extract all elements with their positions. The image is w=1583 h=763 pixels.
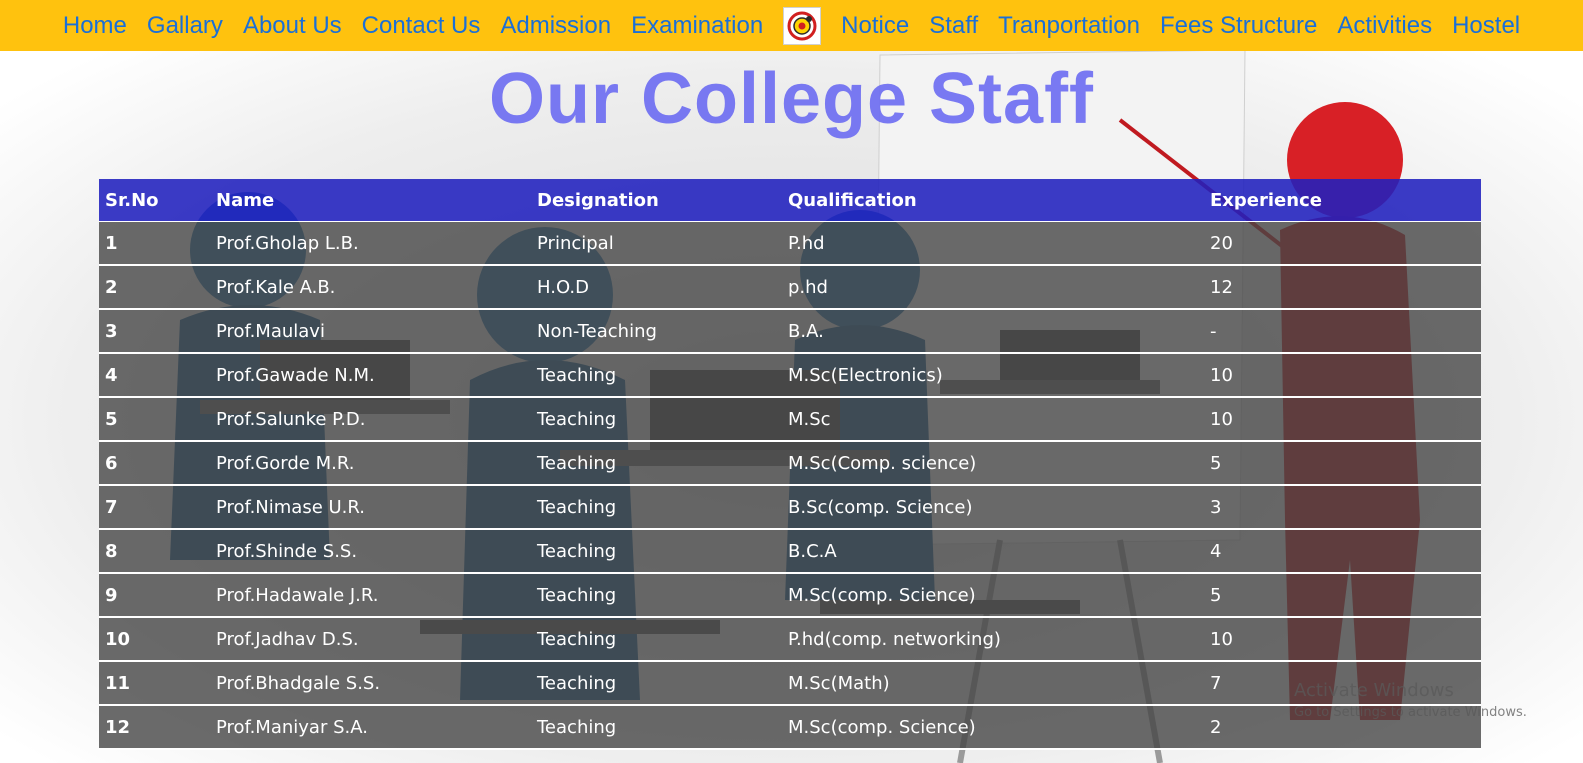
cell-sr-no: 11 [99,661,210,706]
header-designation: Designation [531,179,782,222]
header-qualification: Qualification [782,179,1204,222]
cell-experience: 10 [1204,353,1481,398]
cell-sr-no: 6 [99,441,210,486]
cell-sr-no: 8 [99,529,210,574]
activate-windows-watermark: Activate Windows Go to Settings to activ… [1294,680,1527,720]
nav-link-hostel[interactable]: Hostel [1452,12,1520,40]
nav-link-transportation[interactable]: Tranportation [998,12,1140,40]
cell-name: Prof.Gorde M.R. [210,441,531,486]
cell-sr-no: 2 [99,265,210,310]
nav-link-notice[interactable]: Notice [841,12,909,40]
table-row: 11 Prof.Bhadgale S.S. Teaching M.Sc(Math) 7 [99,661,1481,706]
table-row: 5 Prof.Salunke P.D. Teaching M.Sc 10 [99,397,1481,442]
nav-link-staff[interactable]: Staff [929,12,978,40]
table-row: 6 Prof.Gorde M.R. Teaching M.Sc(Comp. scien… [99,441,1481,486]
cell-experience: 5 [1204,441,1481,486]
cell-designation: Teaching [531,441,782,486]
cell-name: Prof.Maulavi [210,309,531,354]
nav-link-contact-us[interactable]: Contact Us [362,12,481,40]
cell-qualification: M.Sc [782,397,1204,442]
cell-designation: Principal [531,221,782,266]
cell-qualification: M.Sc(Electronics) [782,353,1204,398]
header-experience: Experience [1204,179,1481,222]
page-title: Our College Staff [488,59,1095,139]
nav-link-about-us[interactable]: About Us [243,12,342,40]
nav-link-fees-structure[interactable]: Fees Structure [1160,12,1317,40]
cell-qualification: P.hd(comp. networking) [782,617,1204,662]
table-header-row: Sr.No Name Designation Qualification Exp… [99,179,1481,222]
watermark-subtitle: Go to Settings to activate Windows. [1294,705,1527,720]
nav-link-activities[interactable]: Activities [1337,12,1432,40]
table-row: 7 Prof.Nimase U.R. Teaching B.Sc(comp. Scie… [99,485,1481,530]
cell-qualification: B.Sc(comp. Science) [782,485,1204,530]
watermark-title: Activate Windows [1294,680,1454,701]
cell-experience: 3 [1204,485,1481,530]
cell-name: Prof.Bhadgale S.S. [210,661,531,706]
college-logo-emblem [787,11,817,40]
table-row: 1 Prof.Gholap L.B. Principal P.hd 20 [99,221,1481,266]
cell-designation: H.O.D [531,265,782,310]
cell-name: Prof.Gawade N.M. [210,353,531,398]
cell-qualification: M.Sc(comp. Science) [782,705,1204,750]
cell-designation: Teaching [531,397,782,442]
header-name: Name [210,179,531,222]
nav-link-admission[interactable]: Admission [500,12,611,40]
cell-designation: Teaching [531,353,782,398]
cell-designation: Teaching [531,485,782,530]
table-row: 2 Prof.Kale A.B. H.O.D p.hd 12 [99,265,1481,310]
cell-sr-no: 3 [99,309,210,354]
table-row: 4 Prof.Gawade N.M. Teaching M.Sc(Electronic… [99,353,1481,398]
cell-sr-no: 4 [99,353,210,398]
table-row: 10 Prof.Jadhav D.S. Teaching P.hd(comp. net… [99,617,1481,662]
cell-sr-no: 9 [99,573,210,618]
table-row: 12 Prof.Maniyar S.A. Teaching M.Sc(comp. Sc… [99,705,1481,750]
cell-designation: Non-Teaching [531,309,782,354]
cell-experience: 20 [1204,221,1481,266]
cell-sr-no: 7 [99,485,210,530]
cell-qualification: M.Sc(Math) [782,661,1204,706]
staff-table-body: 1 Prof.Gholap L.B. Principal P.hd 20 2 Prof.Ka… [99,221,1481,750]
cell-qualification: P.hd [782,221,1204,266]
cell-name: Prof.Salunke P.D. [210,397,531,442]
cell-name: Prof.Nimase U.R. [210,485,531,530]
cell-designation: Teaching [531,617,782,662]
cell-experience: 5 [1204,573,1481,618]
cell-designation: Teaching [531,705,782,750]
cell-name: Prof.Shinde S.S. [210,529,531,574]
cell-designation: Teaching [531,573,782,618]
cell-qualification: M.Sc(comp. Science) [782,573,1204,618]
table-row: 9 Prof.Hadawale J.R. Teaching M.Sc(comp. Sc… [99,573,1481,618]
cell-experience: 10 [1204,617,1481,662]
header-sr-no: Sr.No [99,179,210,222]
nav-link-examination[interactable]: Examination [631,12,763,40]
top-navigation-bar: Home Gallary About Us Contact Us Admissi… [0,0,1583,51]
table-row: 3 Prof.Maulavi Non-Teaching B.A. - [99,309,1481,354]
cell-sr-no: 12 [99,705,210,750]
cell-designation: Teaching [531,661,782,706]
cell-qualification: B.A. [782,309,1204,354]
cell-qualification: M.Sc(Comp. science) [782,441,1204,486]
cell-sr-no: 10 [99,617,210,662]
cell-experience: - [1204,309,1481,354]
staff-table: Sr.No Name Designation Qualification Exp… [99,179,1481,750]
nav-link-gallery[interactable]: Gallary [147,12,223,40]
table-row: 8 Prof.Shinde S.S. Teaching B.C.A 4 [99,529,1481,574]
cell-designation: Teaching [531,529,782,574]
college-logo-icon[interactable] [783,6,822,45]
cell-qualification: p.hd [782,265,1204,310]
cell-name: Prof.Hadawale J.R. [210,573,531,618]
cell-name: Prof.Gholap L.B. [210,221,531,266]
cell-name: Prof.Kale A.B. [210,265,531,310]
cell-experience: 12 [1204,265,1481,310]
cell-sr-no: 1 [99,221,210,266]
cell-name: Prof.Jadhav D.S. [210,617,531,662]
nav-link-home[interactable]: Home [63,12,127,40]
cell-experience: 4 [1204,529,1481,574]
cell-qualification: B.C.A [782,529,1204,574]
cell-sr-no: 5 [99,397,210,442]
cell-experience: 10 [1204,397,1481,442]
cell-name: Prof.Maniyar S.A. [210,705,531,750]
